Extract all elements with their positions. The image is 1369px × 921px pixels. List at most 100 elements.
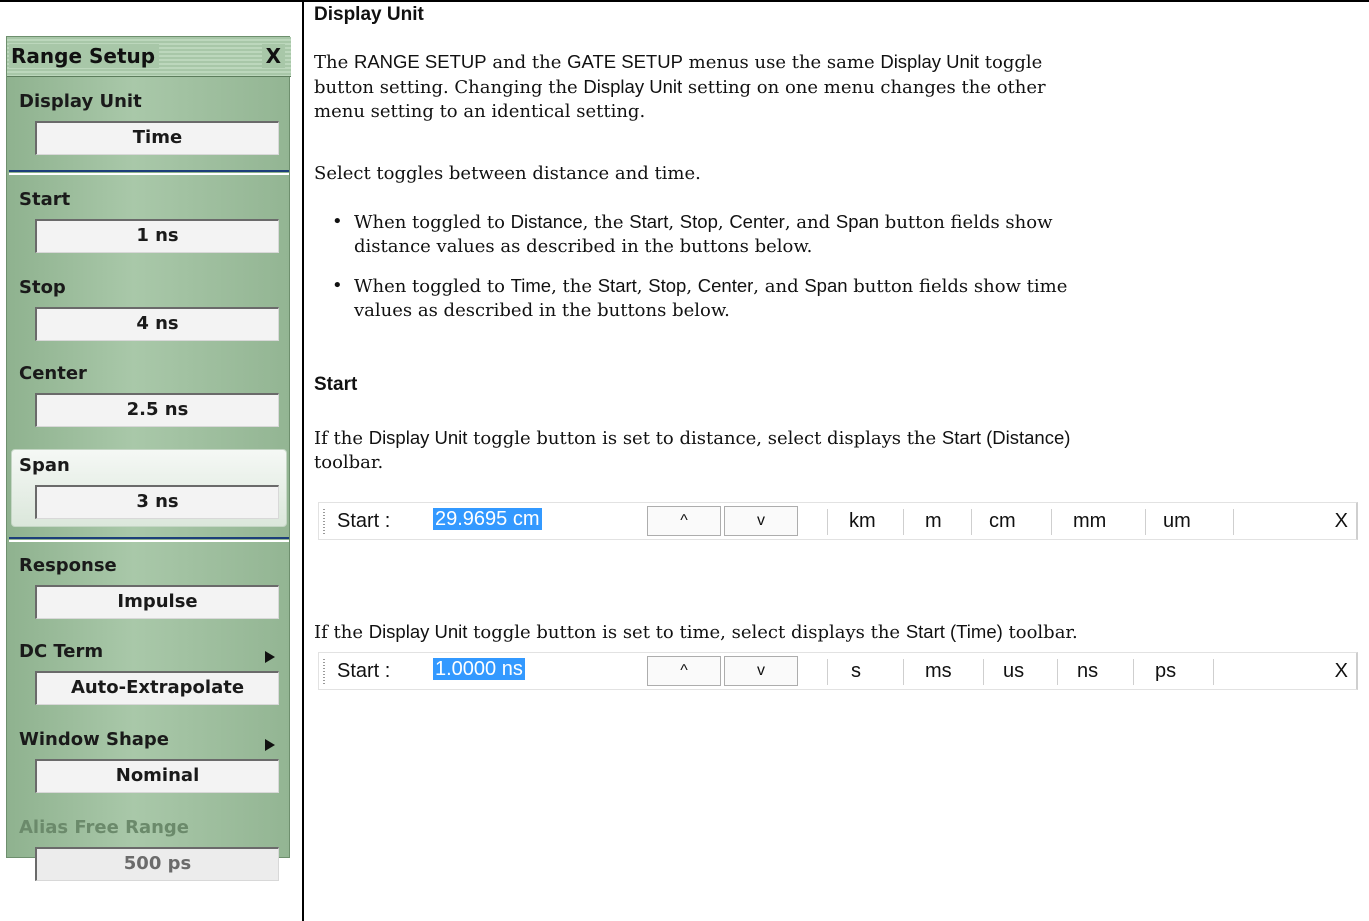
span-field[interactable]: 3 ns <box>35 485 279 519</box>
paragraph: The RANGE SETUP and the GATE SETUP menus… <box>314 50 1364 124</box>
unit-ns-button[interactable]: ns <box>1077 660 1098 683</box>
text: , and <box>784 212 836 233</box>
ui-term: Display Unit <box>368 621 468 642</box>
text: , <box>686 276 698 297</box>
text: , <box>717 212 730 233</box>
text: , the <box>551 276 598 297</box>
ui-term: RANGE SETUP <box>353 51 487 72</box>
text: setting on one menu changes the other <box>682 77 1046 98</box>
text: button fields show time <box>847 276 1068 297</box>
bullet-item: • When toggled to Distance, the Start, S… <box>332 210 1354 259</box>
divider <box>1051 509 1052 535</box>
center-field[interactable]: 2.5 ns <box>35 393 279 427</box>
menu-item-label: Display Unit <box>19 91 142 112</box>
unit-m-button[interactable]: m <box>925 510 942 533</box>
menu-item-label: Start <box>19 189 71 210</box>
start-field[interactable]: 1 ns <box>35 219 279 253</box>
response-button[interactable]: Impulse <box>35 585 279 619</box>
menu-close-button[interactable]: X <box>261 44 285 68</box>
text: toolbar. <box>314 452 384 473</box>
menu-item-label: Span <box>19 455 70 476</box>
start-distance-input[interactable]: 29.9695 cm <box>433 506 601 534</box>
stop-field[interactable]: 4 ns <box>35 307 279 341</box>
paragraph-line: menu setting to an identical setting. <box>314 100 1364 124</box>
menu-separator <box>9 537 289 542</box>
ui-term: Stop <box>679 211 718 232</box>
text: toggle button is set to distance, select… <box>467 428 942 449</box>
paragraph-line: button setting. Changing the Display Uni… <box>314 75 1364 100</box>
bullet-line: values as described in the buttons below… <box>354 299 1354 323</box>
menu-title-bar: Range Setup X <box>7 37 291 77</box>
bullet-line: When toggled to Distance, the Start, Sto… <box>354 210 1354 235</box>
decrement-button[interactable]: v <box>724 656 798 686</box>
paragraph: If the Display Unit toggle button is set… <box>314 426 1364 475</box>
ui-term: Display Unit <box>880 51 980 72</box>
menu-item-label: Alias Free Range <box>19 817 190 838</box>
toolbar-grip-handle[interactable] <box>323 659 325 685</box>
paragraph: Select toggles between distance and time… <box>314 163 701 184</box>
ui-term: GATE SETUP <box>567 51 683 72</box>
ui-term: Display Unit <box>583 76 683 97</box>
menu-item-label: DC Term <box>19 641 104 662</box>
input-value: 29.9695 cm <box>433 508 542 530</box>
start-distance-toolbar: Start : 29.9695 cm ^ v km m cm mm um X <box>318 502 1358 540</box>
window-shape-button[interactable]: Nominal <box>35 759 279 793</box>
toolbar-close-button[interactable]: X <box>1335 660 1348 683</box>
ui-term: Time <box>510 275 552 296</box>
text: If the <box>314 622 369 643</box>
unit-cm-button[interactable]: cm <box>989 510 1016 533</box>
ui-term: Start (Time) <box>905 621 1003 642</box>
bullet-item: • When toggled to Time, the Start, Stop,… <box>332 274 1354 323</box>
ui-term: Display Unit <box>368 427 468 448</box>
ui-term: Center <box>729 211 785 232</box>
unit-mm-button[interactable]: mm <box>1073 510 1106 533</box>
text: toggle <box>979 52 1043 73</box>
ui-term: Start <box>597 275 637 296</box>
text: , and <box>753 276 805 297</box>
divider <box>827 659 828 685</box>
divider <box>1233 509 1234 535</box>
submenu-arrow-icon <box>265 739 275 751</box>
paragraph-line: If the Display Unit toggle button is set… <box>314 426 1364 451</box>
ui-term: Span <box>835 211 880 232</box>
ui-term: Center <box>697 275 754 296</box>
decrement-button[interactable]: v <box>724 506 798 536</box>
increment-button[interactable]: ^ <box>647 506 721 536</box>
increment-button[interactable]: ^ <box>647 656 721 686</box>
range-setup-menu: Range Setup X Display Unit Time Start 1 … <box>6 36 291 881</box>
text: menu setting to an identical setting. <box>314 101 646 122</box>
divider <box>827 509 828 535</box>
toolbar-grip-handle[interactable] <box>323 509 325 535</box>
unit-um-button[interactable]: um <box>1163 510 1191 533</box>
paragraph-line: If the Display Unit toggle button is set… <box>314 620 1364 645</box>
bullet-line: distance values as described in the butt… <box>354 235 1354 259</box>
text: and the <box>486 52 568 73</box>
divider <box>1145 509 1146 535</box>
unit-km-button[interactable]: km <box>849 510 876 533</box>
text: button setting. Changing the <box>314 77 584 98</box>
unit-ms-button[interactable]: ms <box>925 660 952 683</box>
text: values as described in the buttons below… <box>354 300 730 321</box>
display-unit-button[interactable]: Time <box>35 121 279 155</box>
ui-term: Span <box>804 275 848 296</box>
toolbar-label: Start : <box>337 660 391 682</box>
toolbar-close-button[interactable]: X <box>1335 510 1348 533</box>
unit-us-button[interactable]: us <box>1003 660 1024 683</box>
unit-ps-button[interactable]: ps <box>1155 660 1176 683</box>
input-value: 1.0000 ns <box>433 658 525 680</box>
menu-item-label: Stop <box>19 277 66 298</box>
text: When toggled to <box>354 212 511 233</box>
divider <box>903 509 904 535</box>
start-time-input[interactable]: 1.0000 ns <box>433 656 601 684</box>
heading-start: Start <box>314 374 358 395</box>
bullet-icon: • <box>332 211 343 232</box>
toolbar-label: Start : <box>337 510 391 532</box>
text: menus use the same <box>682 52 881 73</box>
menu-separator <box>9 170 289 175</box>
text: The <box>314 52 354 73</box>
bullet-icon: • <box>332 275 343 296</box>
dc-term-button[interactable]: Auto-Extrapolate <box>35 671 279 705</box>
divider <box>1057 659 1058 685</box>
divider <box>1213 659 1214 685</box>
unit-s-button[interactable]: s <box>851 660 861 683</box>
